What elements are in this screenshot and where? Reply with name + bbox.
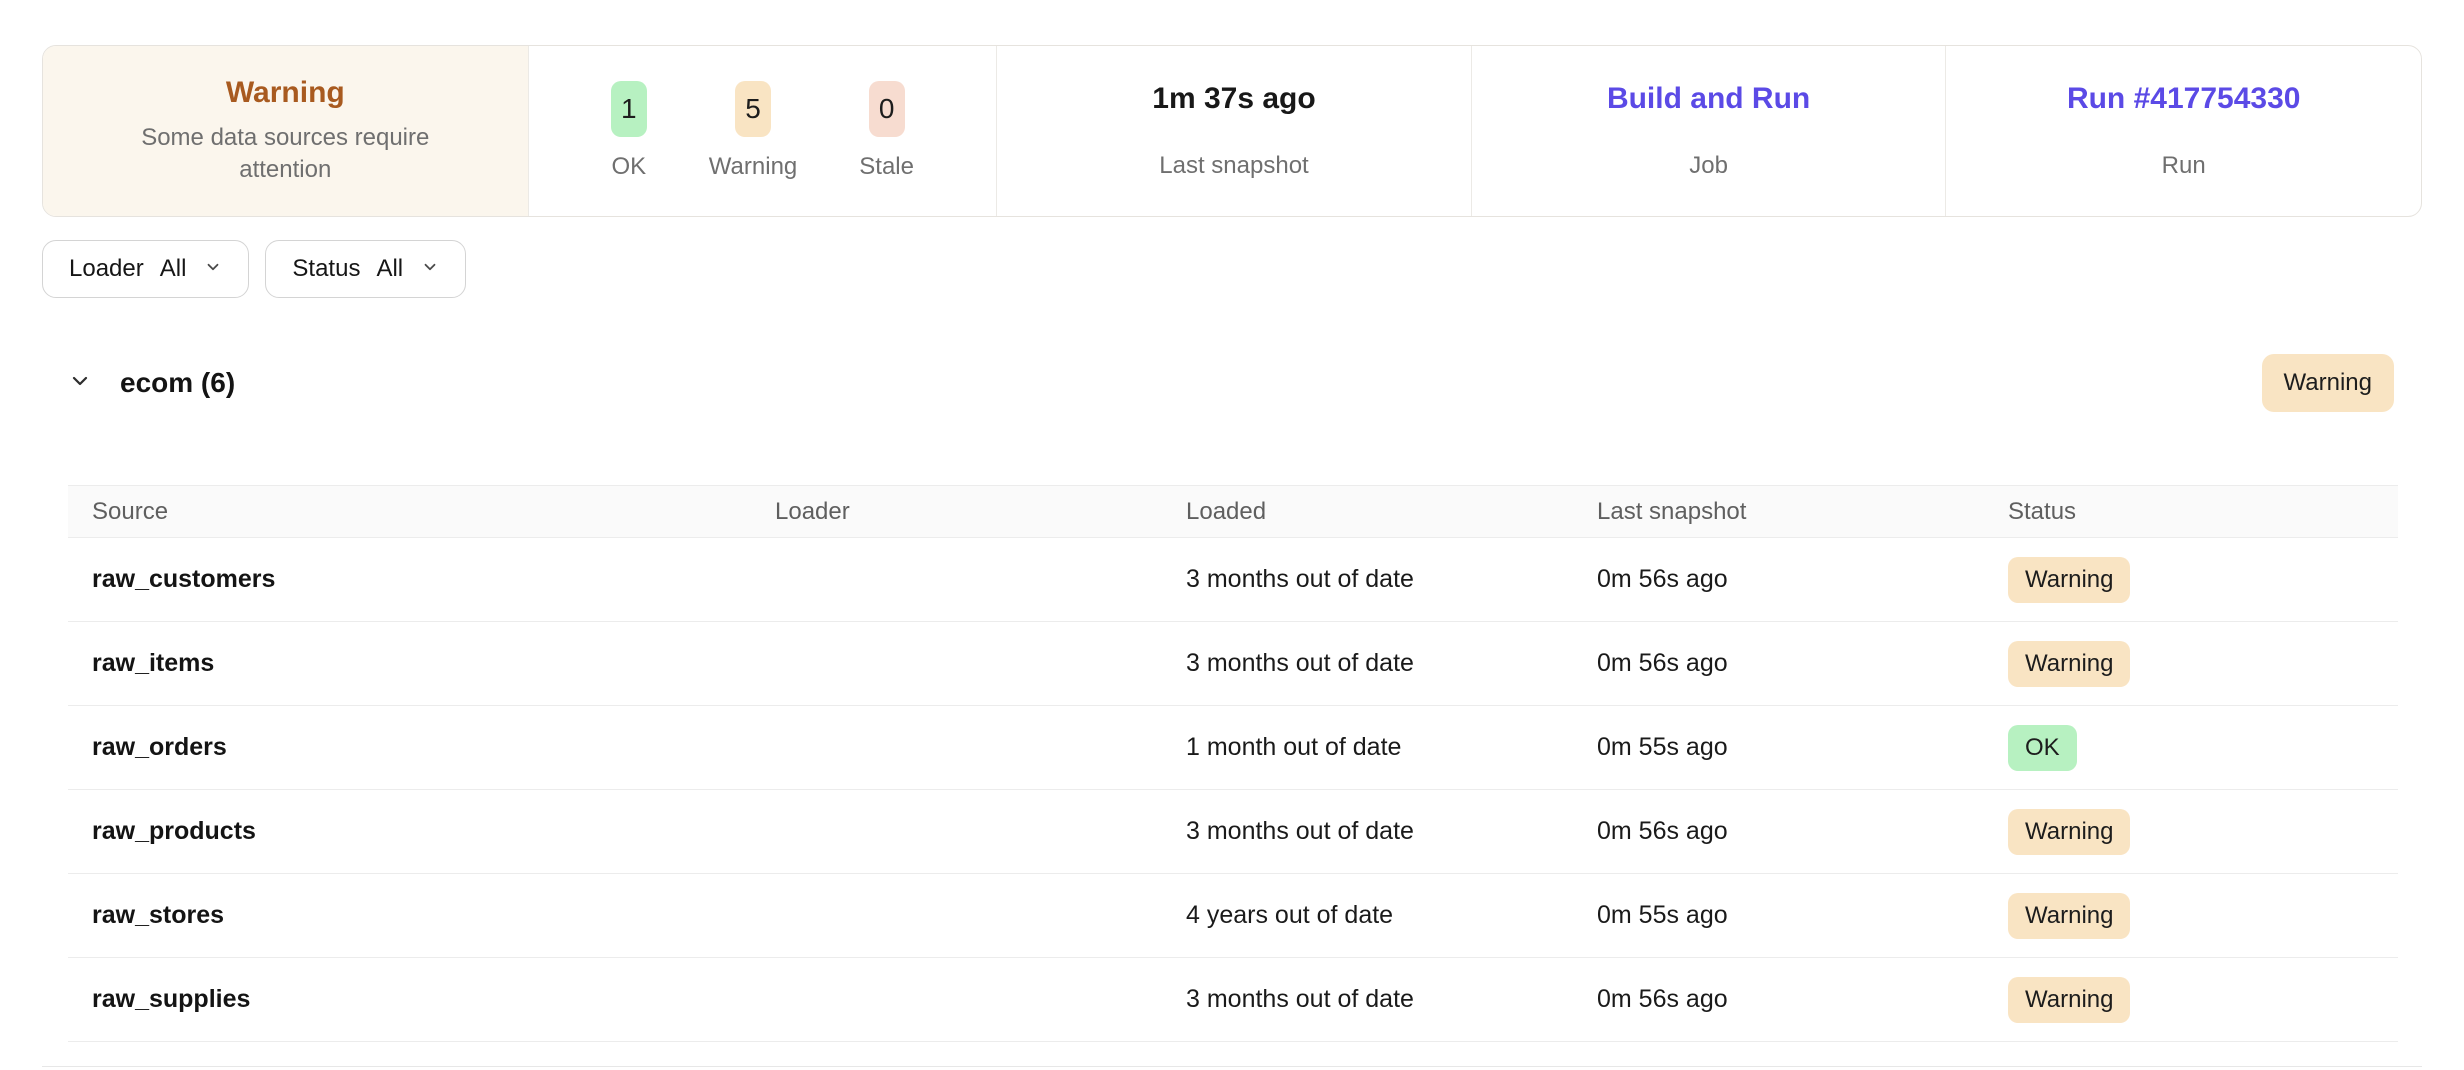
ok-count-label: OK (611, 153, 646, 181)
column-header-source: Source (68, 498, 775, 526)
table-row[interactable]: raw_supplies 3 months out of date 0m 56s… (68, 958, 2398, 1042)
status-cell: OK (2008, 725, 2398, 771)
status-cell: Warning (2008, 809, 2398, 855)
source-cell: raw_items (68, 649, 775, 678)
status-counts-card: 1 OK 5 Warning 0 Stale (528, 46, 997, 216)
job-card: Build and Run Job (1471, 46, 1946, 216)
status-badge: Warning (2008, 641, 2130, 687)
last-snapshot-label: Last snapshot (1159, 152, 1308, 180)
stale-count-pill: 0 (869, 81, 905, 138)
overall-status-card: Warning Some data sources require attent… (43, 46, 528, 216)
status-count-stale: 0 Stale (859, 81, 914, 182)
overall-status-subtitle: Some data sources require attention (120, 122, 450, 187)
status-badge: OK (2008, 725, 2077, 771)
stale-count-label: Stale (859, 153, 914, 181)
filter-bar: Loader All Status All (42, 240, 466, 298)
status-cell: Warning (2008, 557, 2398, 603)
chevron-down-icon (419, 255, 439, 283)
status-cell: Warning (2008, 893, 2398, 939)
next-section-divider (42, 1066, 2422, 1067)
group-title: ecom (6) (120, 367, 235, 399)
loaded-cell: 3 months out of date (1186, 985, 1597, 1014)
status-count-ok: 1 OK (611, 81, 647, 182)
column-header-status: Status (2008, 498, 2398, 526)
loaded-cell: 3 months out of date (1186, 649, 1597, 678)
group-header-ecom[interactable]: ecom (6) Warning (42, 352, 2422, 414)
warning-count-pill: 5 (735, 81, 771, 138)
loader-filter-value: All (160, 255, 187, 283)
loaded-cell: 1 month out of date (1186, 733, 1597, 762)
warning-count-label: Warning (709, 153, 797, 181)
loader-filter-label: Loader (69, 255, 144, 283)
last-snapshot-card: 1m 37s ago Last snapshot (996, 46, 1471, 216)
sources-table: Source Loader Loaded Last snapshot Statu… (68, 485, 2398, 1042)
status-filter-button[interactable]: Status All (265, 240, 466, 298)
table-row[interactable]: raw_products 3 months out of date 0m 56s… (68, 790, 2398, 874)
loaded-cell: 3 months out of date (1186, 565, 1597, 594)
run-link[interactable]: Run #417754330 (2067, 82, 2301, 116)
status-count-warning: 5 Warning (709, 81, 797, 182)
job-link[interactable]: Build and Run (1607, 82, 1810, 116)
column-header-loaded: Loaded (1186, 498, 1597, 526)
status-filter-value: All (376, 255, 403, 283)
table-row[interactable]: raw_items 3 months out of date 0m 56s ag… (68, 622, 2398, 706)
table-row[interactable]: raw_orders 1 month out of date 0m 55s ag… (68, 706, 2398, 790)
source-cell: raw_customers (68, 565, 775, 594)
table-row[interactable]: raw_stores 4 years out of date 0m 55s ag… (68, 874, 2398, 958)
group-header-left: ecom (6) (42, 367, 235, 399)
summary-bar: Warning Some data sources require attent… (42, 45, 2422, 217)
loader-filter-button[interactable]: Loader All (42, 240, 249, 298)
status-badge: Warning (2008, 809, 2130, 855)
column-header-loader: Loader (775, 498, 1186, 526)
overall-status-title: Warning (226, 76, 345, 110)
last-snapshot-cell: 0m 56s ago (1597, 985, 2008, 1014)
run-label: Run (2162, 152, 2206, 180)
job-label: Job (1689, 152, 1728, 180)
status-badge: Warning (2008, 977, 2130, 1023)
source-cell: raw_stores (68, 901, 775, 930)
group-status-badge: Warning (2262, 354, 2394, 412)
table-row[interactable]: raw_customers 3 months out of date 0m 56… (68, 538, 2398, 622)
status-badge: Warning (2008, 557, 2130, 603)
status-badge: Warning (2008, 893, 2130, 939)
last-snapshot-cell: 0m 55s ago (1597, 901, 2008, 930)
last-snapshot-cell: 0m 56s ago (1597, 565, 2008, 594)
last-snapshot-cell: 0m 55s ago (1597, 733, 2008, 762)
status-cell: Warning (2008, 641, 2398, 687)
table-header-row: Source Loader Loaded Last snapshot Statu… (68, 485, 2398, 538)
source-cell: raw_supplies (68, 985, 775, 1014)
last-snapshot-cell: 0m 56s ago (1597, 649, 2008, 678)
status-counts: 1 OK 5 Warning 0 Stale (611, 81, 914, 182)
last-snapshot-value: 1m 37s ago (1152, 82, 1315, 116)
run-card: Run #417754330 Run (1945, 46, 2421, 216)
group-collapse-icon[interactable] (68, 369, 92, 398)
ok-count-pill: 1 (611, 81, 647, 138)
status-cell: Warning (2008, 977, 2398, 1023)
status-filter-label: Status (292, 255, 360, 283)
loaded-cell: 3 months out of date (1186, 817, 1597, 846)
source-cell: raw_products (68, 817, 775, 846)
last-snapshot-cell: 0m 56s ago (1597, 817, 2008, 846)
loaded-cell: 4 years out of date (1186, 901, 1597, 930)
source-cell: raw_orders (68, 733, 775, 762)
chevron-down-icon (202, 255, 222, 283)
column-header-last-snapshot: Last snapshot (1597, 498, 2008, 526)
